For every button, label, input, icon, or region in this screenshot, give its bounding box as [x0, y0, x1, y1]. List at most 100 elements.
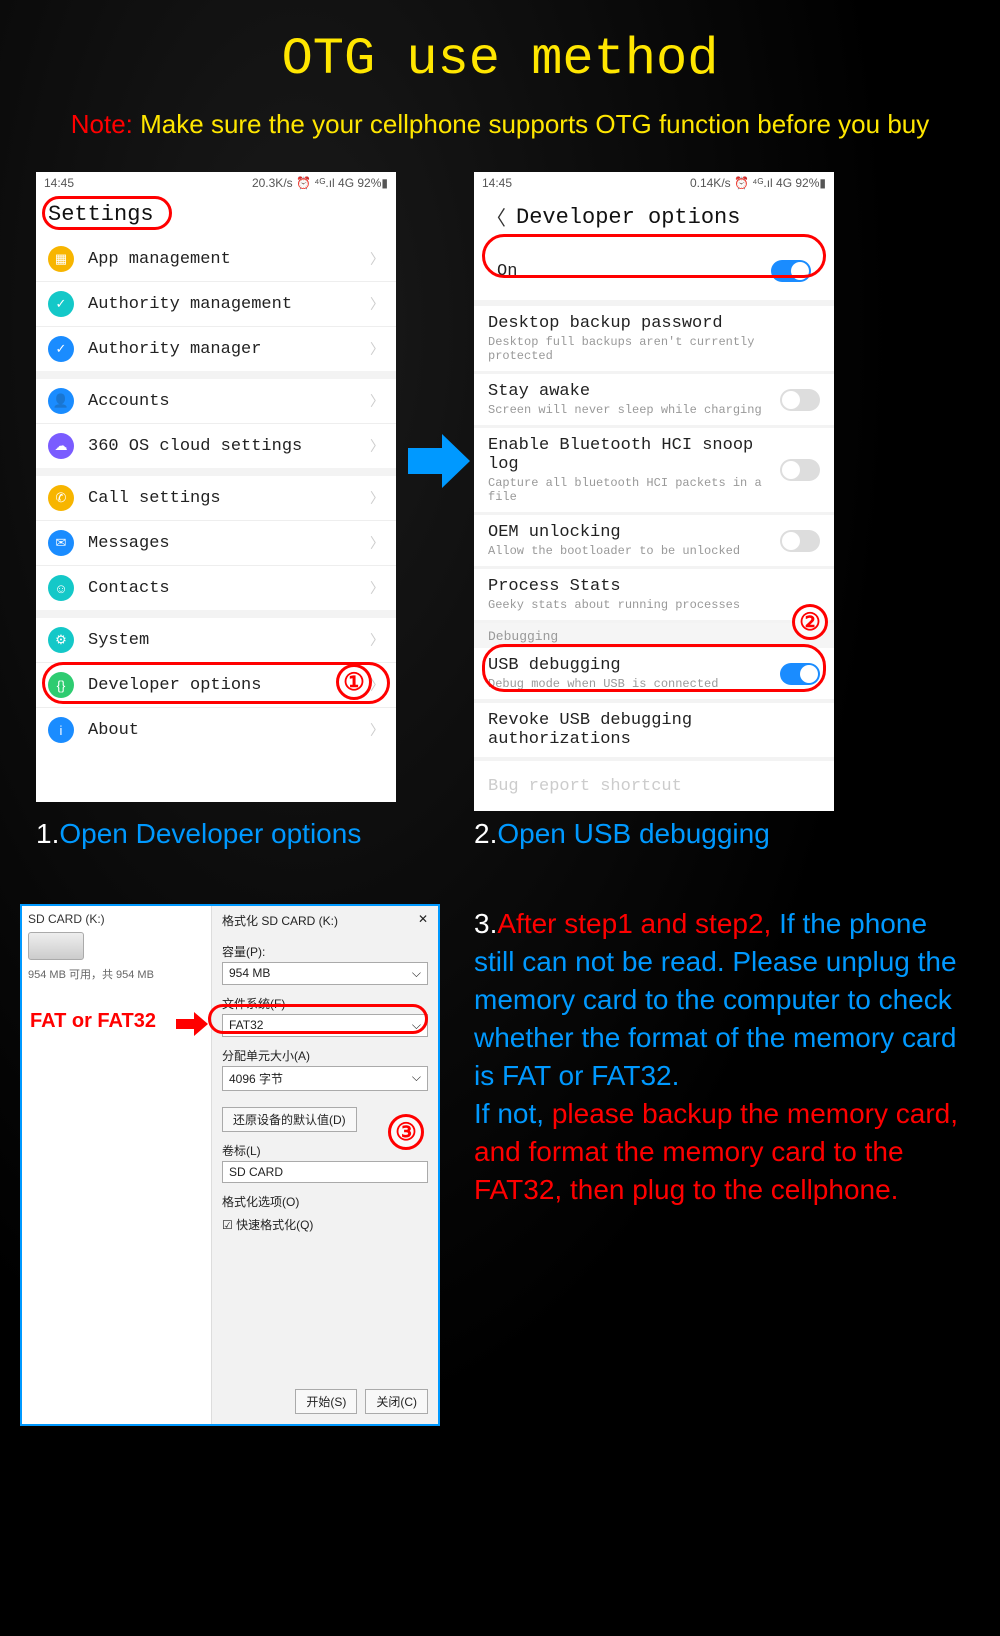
settings-item[interactable]: ✓ Authority management 〉 [36, 282, 396, 327]
back-icon[interactable]: 〈 [486, 202, 506, 232]
cap1-num: 1. [36, 818, 59, 849]
arrow-icon-head [442, 434, 470, 488]
fat-arrow-icon [176, 1019, 194, 1029]
settings-item[interactable]: ☺ Contacts 〉 [36, 566, 396, 610]
note-text: Make sure the your cellphone supports OT… [140, 109, 929, 139]
item-icon: ✓ [48, 336, 74, 362]
settings-item[interactable]: ⚙ System 〉 [36, 618, 396, 663]
alloc-select[interactable]: 4096 字节⌵ [222, 1066, 428, 1091]
chevron-right-icon: 〉 [370, 533, 384, 553]
dev-item-sub: Capture all bluetooth HCI packets in a f… [488, 476, 780, 504]
bug-report-row[interactable]: Bug report shortcut [474, 761, 834, 811]
item-icon: ☺ [48, 575, 74, 601]
restore-defaults-button[interactable]: 还原设备的默认值(D) [222, 1107, 357, 1132]
revoke-row[interactable]: Revoke USB debugging authorizations [474, 703, 834, 757]
settings-item[interactable]: ▦ App management 〉 [36, 237, 396, 282]
step3-num: 3. [474, 908, 497, 939]
item-icon: ✉ [48, 530, 74, 556]
item-icon: ✓ [48, 291, 74, 317]
chevron-right-icon: 〉 [370, 720, 384, 740]
dev-item[interactable]: Stay awake Screen will never sleep while … [474, 374, 834, 425]
status-bar: 14:45 0.14K/s ⏰ ⁴ᴳ.ıl 4G 92%▮ [474, 172, 834, 194]
settings-item[interactable]: 👤 Accounts 〉 [36, 379, 396, 424]
capacity-select[interactable]: 954 MB⌵ [222, 962, 428, 985]
dialog-left-panel: SD CARD (K:) 954 MB 可用，共 954 MB [22, 906, 212, 1424]
caption-step1: 1.Open Developer options [36, 818, 361, 850]
bug-report-label: Bug report shortcut [488, 777, 820, 796]
options-label: 格式化选项(O) [222, 1193, 428, 1210]
phone-settings: 14:45 20.3K/s ⏰ ⁴ᴳ.ıl 4G 92%▮ Settings ▦… [36, 172, 396, 802]
settings-header: Settings [36, 194, 396, 237]
chevron-down-icon: ⌵ [412, 1070, 421, 1087]
item-icon: ☁ [48, 433, 74, 459]
item-label: App management [88, 250, 370, 269]
item-label: Authority management [88, 295, 370, 314]
dev-item-title: Enable Bluetooth HCI snoop log [488, 436, 780, 474]
alloc-label: 分配单元大小(A) [222, 1047, 428, 1064]
step3-blue2: If not, [474, 1098, 552, 1129]
item-icon: i [48, 717, 74, 743]
chevron-right-icon: 〉 [370, 630, 384, 650]
dev-item-title: Stay awake [488, 382, 780, 401]
dev-item-title: Desktop backup password [488, 314, 820, 333]
chevron-right-icon: 〉 [370, 294, 384, 314]
dev-item[interactable]: Process StatsGeeky stats about running p… [474, 569, 834, 620]
item-icon: {} [48, 672, 74, 698]
dev-item-sub: Screen will never sleep while charging [488, 403, 780, 417]
chevron-right-icon: 〉 [370, 436, 384, 456]
settings-title: Settings [48, 202, 154, 227]
chevron-right-icon: 〉 [370, 249, 384, 269]
dev-item[interactable]: Enable Bluetooth HCI snoop logCapture al… [474, 428, 834, 512]
chevron-right-icon: 〉 [370, 339, 384, 359]
dev-on-toggle-row[interactable]: On [482, 246, 826, 296]
chevron-down-icon: ⌵ [412, 1018, 421, 1033]
close-icon[interactable]: ✕ [418, 912, 428, 929]
usb-debugging-row[interactable]: USB debugging Debug mode when USB is con… [474, 648, 834, 699]
debugging-section: Debugging [474, 623, 834, 648]
item-label: Developer options [88, 676, 370, 695]
dev-header: 〈 Developer options [474, 194, 834, 242]
quick-format-checkbox[interactable]: ☑ 快速格式化(Q) [222, 1216, 428, 1233]
note-line: Note: Make sure the your cellphone suppo… [0, 89, 1000, 140]
status-right: 20.3K/s ⏰ ⁴ᴳ.ıl 4G 92%▮ [252, 176, 388, 194]
fat-arrow-head-icon [194, 1012, 208, 1036]
dev-item-sub: Allow the bootloader to be unlocked [488, 544, 780, 558]
chevron-down-icon: ⌵ [412, 966, 421, 981]
toggle[interactable] [780, 389, 820, 411]
item-label: Contacts [88, 579, 370, 598]
circled-three: ③ [388, 1114, 424, 1150]
close-button[interactable]: 关闭(C) [365, 1389, 428, 1414]
status-time: 14:45 [482, 176, 512, 194]
note-prefix: Note: [71, 109, 133, 139]
circled-one: ① [336, 664, 372, 700]
item-label: Accounts [88, 392, 370, 411]
settings-item[interactable]: i About 〉 [36, 708, 396, 752]
toggle[interactable] [780, 530, 820, 552]
item-label: 360 OS cloud settings [88, 437, 370, 456]
toggle-on[interactable] [771, 260, 811, 282]
item-label: Messages [88, 534, 370, 553]
volume-input[interactable]: SD CARD [222, 1161, 428, 1183]
dev-item[interactable]: OEM unlocking Allow the bootloader to be … [474, 515, 834, 566]
start-button[interactable]: 开始(S) [295, 1389, 357, 1414]
fs-select[interactable]: FAT32⌵ [222, 1014, 428, 1037]
page-title: OTG use method [0, 0, 1000, 89]
settings-item[interactable]: ✆ Call settings 〉 [36, 476, 396, 521]
fs-label: 文件系统(F) [222, 995, 428, 1012]
dev-item-title: Process Stats [488, 577, 820, 596]
dev-title: Developer options [516, 205, 740, 230]
chevron-right-icon: 〉 [370, 675, 384, 695]
item-label: Authority manager [88, 340, 370, 359]
usb-debug-title: USB debugging [488, 656, 780, 675]
status-right: 0.14K/s ⏰ ⁴ᴳ.ıl 4G 92%▮ [690, 176, 826, 194]
dev-item[interactable]: Desktop backup passwordDesktop full back… [474, 306, 834, 371]
toggle-usb-debug[interactable] [780, 663, 820, 685]
settings-item[interactable]: ✓ Authority manager 〉 [36, 327, 396, 371]
item-icon: ✆ [48, 485, 74, 511]
chevron-right-icon: 〉 [370, 488, 384, 508]
sd-card-name: SD CARD (K:) [28, 912, 205, 926]
toggle[interactable] [780, 459, 820, 481]
settings-item[interactable]: ☁ 360 OS cloud settings 〉 [36, 424, 396, 468]
dev-item-title: OEM unlocking [488, 523, 780, 542]
settings-item[interactable]: ✉ Messages 〉 [36, 521, 396, 566]
